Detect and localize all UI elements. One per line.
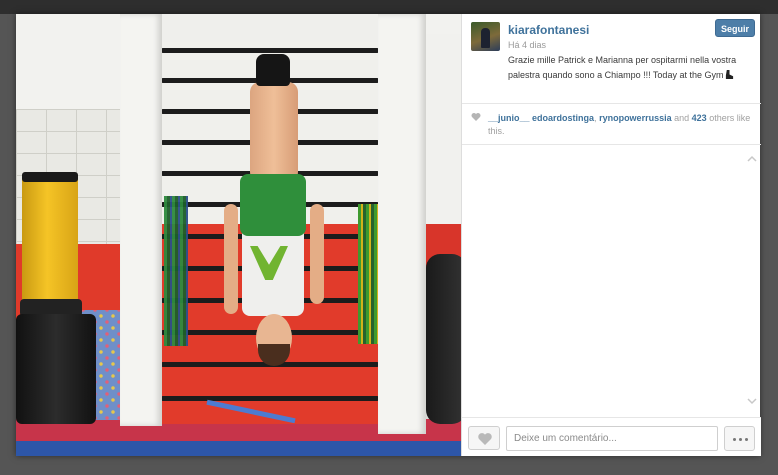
black-punching-bag xyxy=(426,254,461,424)
photo-floor-edge xyxy=(16,441,461,456)
post-caption: Grazie mille Patrick e Marianna per ospi… xyxy=(508,53,756,83)
post-side-panel: kiarafontanesi Seguir Há 4 dias Grazie m… xyxy=(461,14,761,456)
punching-bag-base xyxy=(16,314,96,424)
more-options-button[interactable] xyxy=(724,426,755,451)
person-shorts xyxy=(240,174,306,236)
liker-link[interactable]: edoardostinga xyxy=(532,113,594,123)
avatar[interactable] xyxy=(471,22,500,51)
follow-button[interactable]: Seguir xyxy=(715,19,755,37)
wall-bar-rung xyxy=(161,48,379,53)
comment-footer xyxy=(462,417,761,456)
comment-input[interactable] xyxy=(506,426,718,451)
post-header: kiarafontanesi Seguir Há 4 dias Grazie m… xyxy=(462,14,761,104)
liker-link[interactable]: rynopowerrussia xyxy=(599,113,672,123)
ellipsis-icon xyxy=(745,438,748,441)
resistance-bands-left xyxy=(164,196,188,346)
avatar-figure xyxy=(481,28,490,48)
heart-outline-icon xyxy=(478,433,492,445)
like-button[interactable] xyxy=(468,426,500,450)
punching-bag-cap xyxy=(22,172,78,182)
resistance-bands-right xyxy=(358,204,378,344)
person-arm-left xyxy=(224,204,238,314)
wall-bar-rung xyxy=(161,396,379,401)
comments-list[interactable] xyxy=(462,146,761,414)
boot-icon xyxy=(726,70,734,79)
post-time[interactable]: Há 4 dias xyxy=(508,40,546,50)
post-modal: kiarafontanesi Seguir Há 4 dias Grazie m… xyxy=(16,14,761,456)
post-photo[interactable] xyxy=(16,14,461,456)
person-arm-right xyxy=(310,204,324,304)
likes-count-link[interactable]: 423 xyxy=(692,113,707,123)
page-top-strip xyxy=(0,0,778,14)
liker-link[interactable]: __junio__ xyxy=(488,113,530,123)
person-shoes xyxy=(256,54,290,86)
heart-icon xyxy=(471,113,481,121)
caption-text: Grazie mille Patrick e Marianna per ospi… xyxy=(508,55,737,80)
likes-and: and xyxy=(674,113,690,123)
ellipsis-icon xyxy=(739,438,742,441)
likes-text: __junio__ edoardostinga, rynopowerrussia… xyxy=(488,113,751,136)
ellipsis-icon xyxy=(733,438,736,441)
wall-bars-left-post xyxy=(120,14,162,426)
username-link[interactable]: kiarafontanesi xyxy=(508,23,589,37)
chevron-up-icon[interactable] xyxy=(746,154,758,164)
yellow-punching-bag xyxy=(22,174,78,306)
person-legs xyxy=(250,82,298,182)
chevron-down-icon[interactable] xyxy=(746,396,758,406)
wall-bars-right-post xyxy=(378,14,426,434)
likes-section: __junio__ edoardostinga, rynopowerrussia… xyxy=(462,105,761,145)
